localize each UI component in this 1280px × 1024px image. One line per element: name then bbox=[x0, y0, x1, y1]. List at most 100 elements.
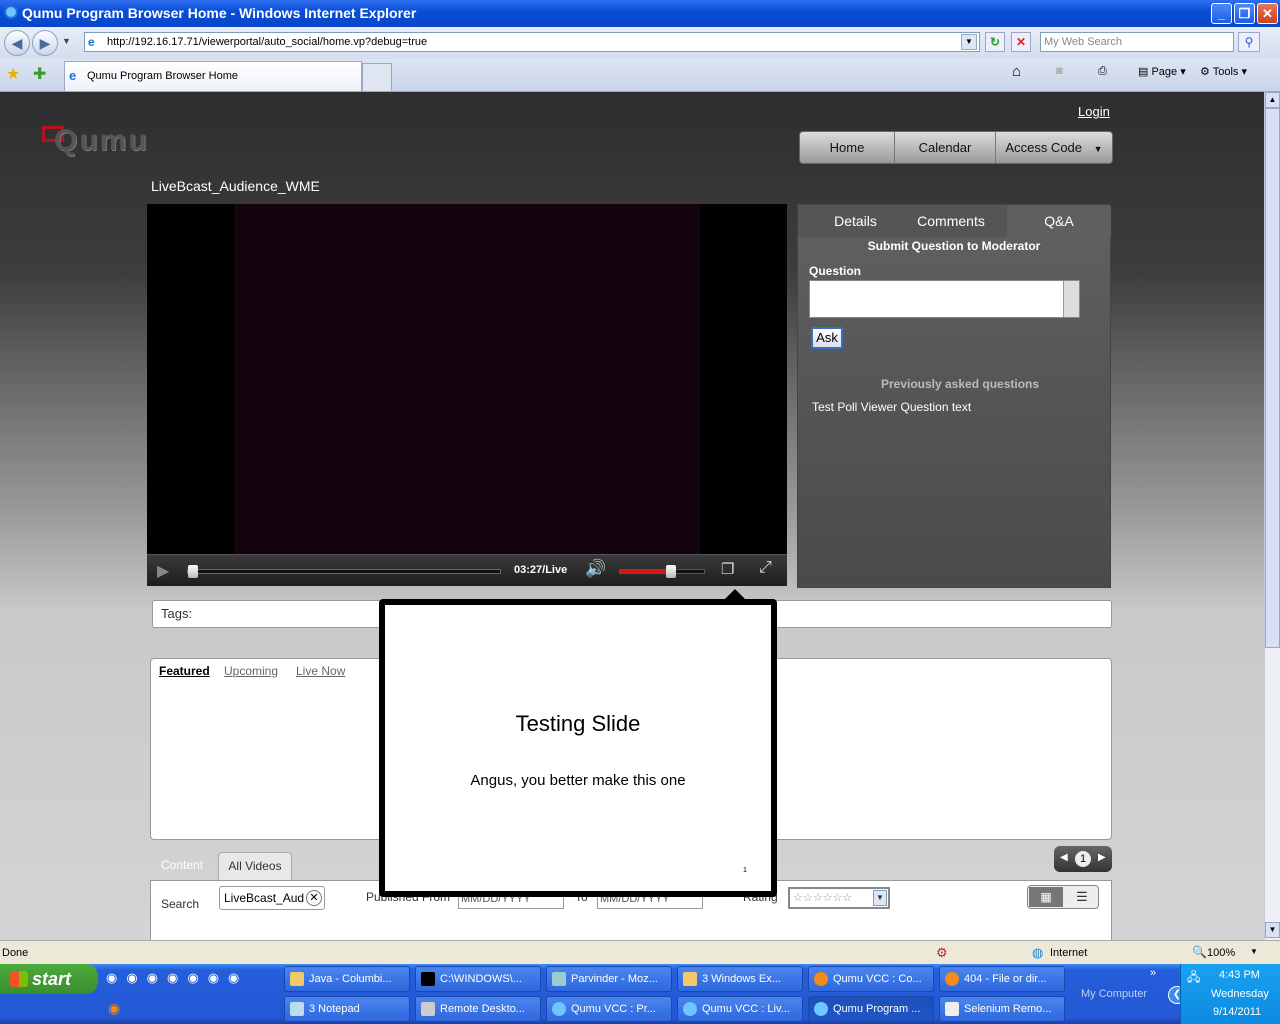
tab-comments[interactable]: Comments bbox=[910, 205, 992, 237]
slides-icon[interactable]: ❐ bbox=[721, 560, 734, 578]
quick-launch: ◉◉◉◉◉◉◉ bbox=[106, 970, 266, 990]
quick-launch-icons[interactable]: ◉◉◉◉◉◉◉ bbox=[106, 970, 248, 985]
volume-slider[interactable] bbox=[619, 565, 705, 578]
task-qumu-program[interactable]: Qumu Program ... bbox=[808, 996, 934, 1022]
status-bar: Done ⚙ ◍ Internet 🔍 100% ▼ bbox=[0, 940, 1280, 964]
task-label: Qumu Program ... bbox=[833, 1003, 921, 1015]
task-qumu-vcc-co[interactable]: Qumu VCC : Co... bbox=[808, 966, 934, 992]
forward-button[interactable]: ▶ bbox=[32, 30, 58, 56]
cmd-icon bbox=[421, 972, 435, 986]
slide-body: Angus, you better make this one bbox=[470, 772, 686, 789]
scroll-down-icon[interactable]: ▼ bbox=[1265, 922, 1280, 938]
volume-handle[interactable] bbox=[666, 565, 676, 578]
tab-featured[interactable]: Featured bbox=[159, 664, 210, 678]
refresh-button[interactable]: ↻ bbox=[985, 32, 1005, 52]
home-icon[interactable]: ⌂ bbox=[1012, 63, 1021, 80]
grid-view-icon[interactable]: ▦ bbox=[1029, 887, 1063, 907]
tab-qa[interactable]: Q&A bbox=[1007, 205, 1111, 237]
page-menu[interactable]: ▤ Page ▾ bbox=[1138, 65, 1186, 78]
logo-text: Qumu bbox=[54, 124, 149, 157]
next-page-icon[interactable]: ▶ bbox=[1098, 852, 1106, 863]
task-selenium[interactable]: Selenium Remo... bbox=[939, 996, 1065, 1022]
content-search-input[interactable]: LiveBcast_Aud ✕ bbox=[219, 886, 325, 910]
previous-question-item: Test Poll Viewer Question text bbox=[812, 400, 972, 414]
page-icon: e bbox=[88, 35, 95, 49]
firefox-icon bbox=[814, 972, 828, 986]
back-button[interactable]: ◀ bbox=[4, 30, 30, 56]
scroll-thumb[interactable] bbox=[1265, 108, 1280, 648]
search-label: Search bbox=[161, 897, 200, 911]
task-mozilla[interactable]: Parvinder - Moz... bbox=[546, 966, 672, 992]
print-icon[interactable]: ⎙ bbox=[1098, 65, 1107, 78]
window-titlebar: Qumu Program Browser Home - Windows Inte… bbox=[0, 0, 1280, 27]
new-tab-button[interactable] bbox=[362, 63, 392, 91]
tab-upcoming[interactable]: Upcoming bbox=[224, 664, 278, 678]
task-windows-explorer[interactable]: 3 Windows Ex... bbox=[677, 966, 803, 992]
video-player[interactable] bbox=[147, 204, 787, 554]
slide-title: Testing Slide bbox=[515, 711, 641, 736]
task-java[interactable]: Java - Columbi... bbox=[284, 966, 410, 992]
nav-home[interactable]: Home bbox=[800, 132, 895, 163]
address-bar[interactable]: e http://192.16.17.71/viewerportal/auto_… bbox=[84, 32, 980, 52]
task-notepad[interactable]: 3 Notepad bbox=[284, 996, 410, 1022]
seek-bar[interactable] bbox=[187, 565, 501, 578]
seek-handle[interactable] bbox=[188, 565, 198, 578]
prev-page-icon[interactable]: ◀ bbox=[1060, 852, 1068, 863]
rating-dropdown-icon[interactable]: ▼ bbox=[873, 890, 887, 906]
question-input[interactable] bbox=[809, 280, 1080, 318]
clear-search-icon[interactable]: ✕ bbox=[306, 890, 322, 906]
program-title: LiveBcast_Audience_WME bbox=[151, 178, 320, 194]
add-favorites-icon[interactable]: ✚ bbox=[33, 64, 46, 84]
feeds-icon[interactable]: ◙ bbox=[1056, 65, 1063, 77]
network-icon[interactable]: 🖧 bbox=[1187, 968, 1200, 989]
page-scrollbar[interactable]: ▲ ▼ bbox=[1264, 92, 1280, 940]
stop-button[interactable]: ✕ bbox=[1011, 32, 1031, 52]
firefox-quicklaunch-icon[interactable]: ◉ bbox=[108, 1000, 120, 1017]
task-qumu-vcc-liv[interactable]: Qumu VCC : Liv... bbox=[677, 996, 803, 1022]
close-button[interactable]: ✕ bbox=[1257, 3, 1278, 24]
my-computer-label[interactable]: My Computer bbox=[1081, 988, 1147, 1000]
login-link[interactable]: Login bbox=[1078, 104, 1110, 119]
rating-select[interactable]: ☆☆☆☆☆☆ ▼ bbox=[788, 887, 890, 909]
tools-menu[interactable]: ⚙ Tools ▾ bbox=[1200, 65, 1247, 78]
start-button[interactable]: start bbox=[0, 964, 98, 994]
task-label: Qumu VCC : Co... bbox=[833, 973, 922, 985]
ask-button[interactable]: Ask bbox=[811, 327, 843, 349]
task-overflow-icon[interactable]: » bbox=[1150, 967, 1156, 979]
list-view-icon[interactable]: ☰ bbox=[1065, 887, 1099, 907]
maximize-button[interactable]: ❐ bbox=[1234, 3, 1255, 24]
task-404[interactable]: 404 - File or dir... bbox=[939, 966, 1065, 992]
task-remote-desktop[interactable]: Remote Deskto... bbox=[415, 996, 541, 1022]
history-dropdown-icon[interactable]: ▼ bbox=[62, 36, 71, 46]
popup-blocker-icon[interactable]: ⚙ bbox=[936, 945, 948, 961]
tab-all-videos[interactable]: All Videos bbox=[218, 852, 292, 880]
clock-time: 4:43 PM bbox=[1219, 969, 1260, 981]
search-icon[interactable]: ⚲ bbox=[1238, 32, 1260, 52]
zoom-level[interactable]: 100% bbox=[1207, 947, 1235, 959]
tab-live-now[interactable]: Live Now bbox=[296, 664, 345, 678]
favorites-star-icon[interactable]: ★ bbox=[6, 64, 20, 84]
zoom-icon[interactable]: 🔍 bbox=[1192, 945, 1207, 959]
minimize-button[interactable]: _ bbox=[1211, 3, 1232, 24]
qa-panel: Submit Question to Moderator Question As… bbox=[798, 237, 1110, 587]
web-search-input[interactable]: My Web Search bbox=[1040, 32, 1234, 52]
firefox-icon bbox=[945, 972, 959, 986]
question-scrollbar[interactable] bbox=[1063, 281, 1079, 317]
play-icon[interactable]: ▶ bbox=[157, 561, 169, 581]
fullscreen-icon[interactable]: ⤢ bbox=[759, 559, 772, 577]
address-dropdown-icon[interactable]: ▼ bbox=[961, 34, 977, 50]
nav-access-code[interactable]: Access Code ▼ bbox=[996, 132, 1112, 163]
slide-popup: Testing Slide Angus, you better make thi… bbox=[379, 589, 777, 897]
tab-content[interactable]: Content bbox=[161, 858, 203, 872]
volume-icon[interactable]: 🔊 bbox=[585, 559, 606, 579]
task-qumu-vcc-pr[interactable]: Qumu VCC : Pr... bbox=[546, 996, 672, 1022]
zoom-dropdown-icon[interactable]: ▼ bbox=[1250, 947, 1258, 956]
task-cmd[interactable]: C:\WINDOWS\... bbox=[415, 966, 541, 992]
scroll-up-icon[interactable]: ▲ bbox=[1265, 92, 1280, 108]
tab-qumu-program-browser[interactable]: e Qumu Program Browser Home bbox=[64, 61, 362, 91]
tab-details[interactable]: Details bbox=[818, 205, 893, 237]
nav-calendar[interactable]: Calendar bbox=[895, 132, 996, 163]
folder-icon bbox=[683, 972, 697, 986]
page-number[interactable]: 1 bbox=[1075, 851, 1091, 867]
task-label: 404 - File or dir... bbox=[964, 973, 1047, 985]
